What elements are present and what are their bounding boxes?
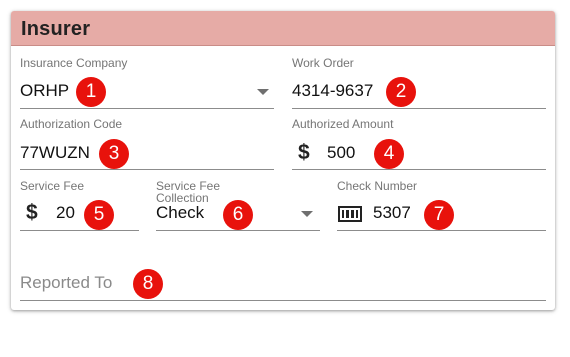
reported-to-placeholder: Reported To <box>20 273 113 292</box>
badge-7: 7 <box>424 200 454 230</box>
authorization-code-label: Authorization Code <box>20 117 123 131</box>
dollar-icon: $ <box>26 201 38 224</box>
service-fee-field[interactable]: Service Fee $ 20 <box>20 179 139 231</box>
card-title: Insurer <box>21 18 91 40</box>
check-icon <box>338 206 362 222</box>
dollar-icon: $ <box>298 141 310 164</box>
insurance-company-select[interactable]: Insurance Company ORHP <box>20 57 274 109</box>
badge-6: 6 <box>223 200 253 230</box>
authorized-amount-field[interactable]: Authorized Amount $ 500 <box>292 118 546 170</box>
authorization-code-value: 77WUZN <box>20 143 90 162</box>
authorized-amount-value: 500 <box>327 143 356 162</box>
badge-5: 5 <box>84 200 114 230</box>
insurance-company-label: Insurance Company <box>20 56 128 70</box>
check-number-value: 5307 <box>373 203 411 222</box>
badge-3: 3 <box>99 139 129 169</box>
service-fee-label: Service Fee <box>20 179 85 193</box>
badge-4: 4 <box>374 139 404 169</box>
service-fee-collection-value: Check <box>156 203 205 222</box>
chevron-down-icon[interactable] <box>301 211 313 217</box>
badge-2: 2 <box>386 77 416 107</box>
insurance-company-value: ORHP <box>20 81 70 100</box>
badge-1: 1 <box>76 77 106 107</box>
service-fee-value: 20 <box>56 203 75 222</box>
check-number-label: Check Number <box>337 179 418 193</box>
work-order-label: Work Order <box>292 56 354 70</box>
work-order-value: 4314-9637 <box>292 81 374 100</box>
insurer-card: Insurer Insurance Company ORHP 1 Work Or… <box>11 11 555 310</box>
reported-to-field[interactable]: Reported To <box>20 249 546 301</box>
card-header: Insurer <box>11 11 555 46</box>
authorized-amount-label: Authorized Amount <box>292 117 394 131</box>
chevron-down-icon[interactable] <box>257 89 269 95</box>
work-order-field[interactable]: Work Order 4314-9637 <box>292 57 546 109</box>
authorization-code-field[interactable]: Authorization Code 77WUZN <box>20 118 274 170</box>
badge-8: 8 <box>133 269 163 299</box>
